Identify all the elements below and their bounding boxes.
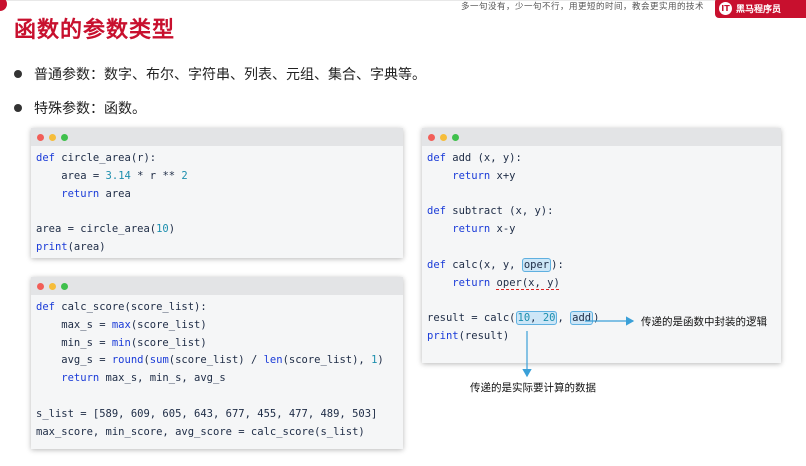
- bullet-text: 普通参数：数字、布尔、字符串、列表、元组、集合、字典等。: [34, 67, 426, 83]
- code-line: def calc(x, y, oper):: [427, 257, 564, 272]
- code-line: max_s = max(score_list): [36, 318, 207, 331]
- code-line: return area: [36, 187, 131, 200]
- minimize-dot-icon: [49, 133, 56, 141]
- bullet-text: 特殊参数：函数。: [34, 101, 146, 117]
- code-line: return max_s, min_s, avg_s: [36, 372, 226, 385]
- code-line: print(area): [36, 240, 106, 253]
- note-data-arg: 传递的是实际要计算的数据: [470, 382, 596, 394]
- highlight-function-arg: add: [570, 311, 594, 326]
- code-line: min_s = min(score_list): [36, 336, 207, 349]
- close-dot-icon: [37, 133, 44, 141]
- brand-icon: IT: [719, 1, 732, 15]
- slide-title: 函数的参数类型: [14, 18, 176, 43]
- maximize-dot-icon: [61, 282, 68, 290]
- code-line: s_list = [589, 609, 605, 643, 677, 455, …: [36, 407, 378, 420]
- corner-mark: [0, 0, 7, 11]
- maximize-dot-icon: [452, 133, 459, 141]
- code-line: print(result): [427, 329, 510, 342]
- brand-name: 黑马程序员: [736, 4, 782, 15]
- highlight-oper-param: oper: [521, 257, 552, 272]
- code-line: def subtract (x, y):: [427, 205, 554, 218]
- code-line: return x+y: [427, 169, 516, 182]
- underlined-oper-call: oper(x, y): [496, 276, 560, 289]
- code-line: def circle_area(r):: [36, 152, 157, 164]
- slogan: 多一句没有，少一句不行，用更短的时间，教会更实用的技术: [461, 2, 705, 12]
- code-line: return oper(x, y): [427, 276, 560, 289]
- window-titlebar: [422, 128, 781, 146]
- maximize-dot-icon: [61, 133, 68, 141]
- window-titlebar: [31, 277, 403, 295]
- code-block: def circle_area(r): area = 3.14 * r ** 2…: [31, 146, 403, 257]
- minimize-dot-icon: [49, 282, 56, 290]
- code-block: def calc_score(score_list): max_s = max(…: [31, 295, 403, 441]
- code-line: def add (x, y):: [427, 152, 522, 164]
- minimize-dot-icon: [440, 133, 447, 141]
- close-dot-icon: [428, 133, 435, 141]
- highlight-data-args: 10, 20: [515, 311, 558, 326]
- code-line: area = circle_area(10): [36, 223, 176, 236]
- code-line: def calc_score(score_list):: [36, 301, 207, 313]
- window-titlebar: [31, 128, 403, 146]
- code-window-calc-score: def calc_score(score_list): max_s = max(…: [31, 277, 403, 449]
- brand-logo: IT 黑马程序员: [715, 0, 806, 18]
- code-line: max_score, min_score, avg_score = calc_s…: [36, 425, 365, 438]
- note-function-arg: 传递的是函数中封装的逻辑: [641, 316, 767, 328]
- code-window-circle-area: def circle_area(r): area = 3.14 * r ** 2…: [31, 128, 403, 258]
- code-line: avg_s = round(sum(score_list) / len(scor…: [36, 354, 384, 367]
- bullet-dot-icon: [14, 70, 22, 78]
- bullet-normal-params: 普通参数：数字、布尔、字符串、列表、元组、集合、字典等。: [14, 64, 426, 84]
- code-line: area = 3.14 * r ** 2: [36, 169, 188, 182]
- bullet-special-params: 特殊参数：函数。: [14, 98, 146, 118]
- close-dot-icon: [37, 282, 44, 290]
- code-line: return x-y: [427, 223, 516, 236]
- bullet-dot-icon: [14, 104, 22, 112]
